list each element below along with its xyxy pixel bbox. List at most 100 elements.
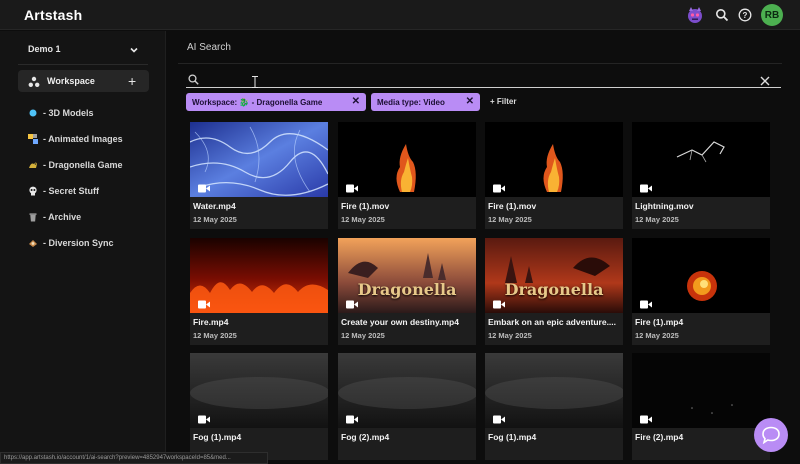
card-date: 12 May 2025: [193, 331, 237, 340]
card-thumbnail[interactable]: [190, 122, 328, 197]
result-card[interactable]: Water.mp4 12 May 2025: [190, 122, 328, 229]
result-card[interactable]: Fog (1).mp4: [190, 353, 328, 460]
card-date: 12 May 2025: [635, 215, 679, 224]
text-cursor-icon: [252, 75, 258, 88]
video-icon: [493, 411, 505, 424]
result-card[interactable]: Fire (2).mp4: [632, 353, 770, 460]
card-file-name: Fire.mp4: [193, 317, 229, 327]
sidebar-item-label: - 3D Models: [43, 108, 94, 118]
help-icon[interactable]: ?: [737, 7, 753, 23]
filter-chip-label: Media type: Video: [377, 97, 445, 107]
video-icon: [640, 296, 652, 309]
sidebar-item-3d-models[interactable]: - 3D Models: [28, 106, 94, 120]
app-logo[interactable]: Artstash: [24, 7, 82, 23]
sidebar-item-diversion-sync[interactable]: - Diversion Sync: [28, 236, 114, 250]
header-divider: [178, 63, 782, 64]
sidebar-item-label: - Dragonella Game: [43, 160, 123, 170]
close-icon[interactable]: ✕: [466, 96, 474, 107]
search-bar: [186, 70, 781, 88]
chat-button[interactable]: [754, 418, 788, 452]
top-bar: Artstash ? RB: [0, 0, 800, 30]
sidebar-divider: [18, 64, 148, 65]
card-date: 12 May 2025: [341, 331, 385, 340]
card-thumbnail[interactable]: Dragonella: [338, 238, 476, 313]
page-title: AI Search: [187, 42, 231, 53]
sidebar-item-secret-stuff[interactable]: - Secret Stuff: [28, 184, 99, 198]
video-icon: [640, 180, 652, 193]
sidebar-item-workspace[interactable]: Workspace +: [18, 70, 149, 92]
sidebar-item-dragonella-game[interactable]: - Dragonella Game: [28, 158, 123, 172]
card-thumbnail[interactable]: [485, 353, 623, 428]
result-card[interactable]: Dragonella Embark on an epic adventure...…: [485, 238, 623, 345]
video-icon: [198, 296, 210, 309]
card-file-name: Create your own destiny.mp4: [341, 317, 459, 327]
card-thumbnail[interactable]: [338, 353, 476, 428]
card-thumbnail[interactable]: [632, 353, 770, 428]
result-card[interactable]: Fog (2).mp4: [338, 353, 476, 460]
result-card[interactable]: Dragonella Create your own destiny.mp4 12 …: [338, 238, 476, 345]
card-file-name: Fog (1).mp4: [193, 432, 242, 442]
result-card[interactable]: Fire (1).mov 12 May 2025: [338, 122, 476, 229]
card-file-name: Embark on an epic adventure....: [488, 317, 617, 327]
add-workspace-icon[interactable]: +: [128, 73, 136, 89]
result-card[interactable]: Fog (1).mp4: [485, 353, 623, 460]
card-file-name: Fog (2).mp4: [341, 432, 390, 442]
blue-dot-icon: [28, 108, 38, 118]
card-thumbnail[interactable]: [190, 238, 328, 313]
card-date: 12 May 2025: [341, 215, 385, 224]
mascot-icon[interactable]: [686, 6, 704, 24]
card-thumbnail[interactable]: Dragonella: [485, 238, 623, 313]
card-thumbnail[interactable]: [632, 122, 770, 197]
workspace-selector-label[interactable]: Demo 1: [28, 44, 61, 54]
result-card[interactable]: Fire.mp4 12 May 2025: [190, 238, 328, 345]
sidebar-item-label: - Archive: [43, 212, 82, 222]
card-date: 12 May 2025: [488, 215, 532, 224]
filter-chip-label: Workspace: 🐉 - Dragonella Game: [192, 97, 323, 107]
result-card[interactable]: Fire (1).mov 12 May 2025: [485, 122, 623, 229]
card-file-name: Fog (1).mp4: [488, 432, 537, 442]
video-icon: [346, 411, 358, 424]
sidebar-item-animated-images[interactable]: - Animated Images: [28, 132, 123, 146]
skull-icon: [28, 186, 38, 196]
card-file-name: Fire (1).mp4: [635, 317, 684, 327]
video-icon: [493, 180, 505, 193]
sidebar-item-archive[interactable]: - Archive: [28, 210, 81, 224]
add-filter-button[interactable]: + Filter: [490, 97, 516, 106]
result-card[interactable]: Fire (1).mp4 12 May 2025: [632, 238, 770, 345]
sidebar-item-label: Workspace: [47, 76, 95, 86]
video-icon: [198, 411, 210, 424]
dragon-icon: [28, 160, 38, 170]
video-icon: [640, 411, 652, 424]
card-file-name: Fire (1).mov: [341, 201, 390, 211]
card-file-name: Fire (2).mp4: [635, 432, 684, 442]
card-thumbnail[interactable]: [190, 353, 328, 428]
sidebar-item-label: - Animated Images: [43, 134, 123, 144]
video-icon: [198, 180, 210, 193]
search-input[interactable]: [206, 70, 746, 86]
close-icon[interactable]: ✕: [352, 96, 360, 107]
thumbnail-overlay-title: Dragonella: [504, 280, 604, 299]
sidebar-item-label: - Secret Stuff: [43, 186, 100, 196]
search-icon[interactable]: [714, 7, 730, 23]
card-thumbnail[interactable]: [338, 122, 476, 197]
video-icon: [346, 180, 358, 193]
card-file-name: Fire (1).mov: [488, 201, 537, 211]
close-icon[interactable]: [760, 73, 770, 86]
thumbnail-overlay-title: Dragonella: [357, 280, 457, 299]
search-icon: [188, 72, 199, 85]
user-avatar[interactable]: RB: [761, 4, 783, 26]
workspace-icon: [28, 75, 40, 87]
result-card[interactable]: Lightning.mov 12 May 2025: [632, 122, 770, 229]
chat-icon: [762, 426, 780, 444]
card-date: 12 May 2025: [193, 215, 237, 224]
card-file-name: Lightning.mov: [635, 201, 694, 211]
card-date: 12 May 2025: [635, 331, 679, 340]
sidebar: Demo 1 Workspace + - 3D Models - Animate…: [0, 31, 166, 464]
filter-chip-media-type[interactable]: Media type: Video ✕: [371, 93, 480, 111]
card-thumbnail[interactable]: [632, 238, 770, 313]
status-bar-url: https://app.artstash.io/account/1/ai-sea…: [0, 452, 268, 464]
chevron-down-icon[interactable]: [128, 43, 140, 55]
card-thumbnail[interactable]: [485, 122, 623, 197]
video-icon: [493, 296, 505, 309]
filter-chip-workspace[interactable]: Workspace: 🐉 - Dragonella Game ✕: [186, 93, 366, 111]
